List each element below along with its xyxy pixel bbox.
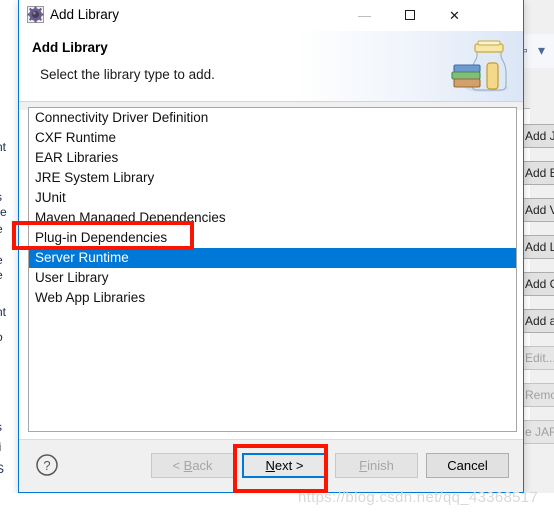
background-button: Add al Class — [520, 309, 554, 333]
library-type-list[interactable]: Connectivity Driver Definition CXF Runtim… — [28, 107, 517, 432]
background-text-fragment: e — [0, 253, 3, 267]
back-button[interactable]: < Back — [151, 453, 234, 478]
list-item[interactable]: User Library — [29, 268, 516, 288]
background-text-fragment: re — [0, 205, 7, 219]
back-button-label: < Back — [172, 458, 213, 473]
background-text-fragment: nt — [0, 305, 7, 319]
background-button: Add Class Fol — [520, 272, 554, 296]
watermark-text: https://blog.csdn.net/qq_43368517 — [298, 489, 539, 506]
cancel-button[interactable]: Cancel — [426, 453, 509, 478]
close-button[interactable]: ✕ — [432, 0, 477, 30]
library-jar-icon — [447, 33, 513, 95]
list-item[interactable]: JRE System Library — [29, 168, 516, 188]
maximize-button[interactable] — [387, 0, 432, 30]
background-text-fragment: e — [0, 268, 3, 282]
finish-button[interactable]: Finish — [335, 453, 418, 478]
wizard-header-subtitle: Select the library type to add. — [40, 67, 215, 82]
background-button: Add JARs... — [520, 124, 554, 148]
dialog-footer: ? < Back Next > Finish Cancel — [19, 439, 523, 492]
background-button: Add Variable... — [520, 198, 554, 222]
question-mark-icon[interactable]: ? — [35, 453, 59, 477]
list-item[interactable]: CXF Runtime — [29, 128, 516, 148]
background-button: e JAR — [520, 420, 554, 444]
wizard-header: Add Library Select the library type to a… — [19, 31, 523, 102]
background-button: Remove — [520, 383, 554, 407]
background-button: Add Library... — [520, 235, 554, 259]
list-item[interactable]: Connectivity Driver Definition — [29, 108, 516, 128]
list-item[interactable]: Server Runtime — [29, 248, 516, 268]
finish-button-label: Finish — [359, 458, 394, 473]
background-text-fragment: e — [0, 222, 3, 236]
svg-text:?: ? — [43, 458, 50, 473]
close-icon: ✕ — [449, 7, 460, 23]
next-button[interactable]: Next > — [242, 453, 327, 478]
list-item[interactable]: JUnit — [29, 188, 516, 208]
background-text-fragment: li — [0, 440, 1, 454]
background-text-fragment: s — [0, 190, 2, 204]
background-text-fragment: S — [0, 462, 5, 476]
gear-icon — [27, 6, 44, 23]
dialog-title: Add Library — [50, 7, 120, 22]
chevron-down-icon: ▾ — [538, 42, 546, 58]
add-library-dialog: Add Library — ✕ Add Library Select the l… — [18, 0, 524, 493]
background-text-fragment: o — [0, 330, 3, 344]
dialog-titlebar: Add Library — ✕ — [19, 0, 523, 31]
maximize-icon — [404, 10, 415, 20]
list-item[interactable]: Plug-in Dependencies — [29, 228, 516, 248]
background-button: Add External J — [520, 161, 554, 185]
list-item[interactable]: Web App Libraries — [29, 288, 516, 308]
background-text-fragment: nt — [0, 140, 7, 154]
list-item[interactable]: Maven Managed Dependencies — [29, 208, 516, 228]
next-button-label: Next > — [265, 458, 304, 473]
minimize-button[interactable]: — — [342, 0, 387, 30]
background-text-fragment: s — [0, 420, 2, 434]
background-button: Edit... — [520, 346, 554, 370]
list-item[interactable]: EAR Libraries — [29, 148, 516, 168]
minimize-icon: — — [358, 7, 371, 23]
cancel-button-label: Cancel — [447, 458, 488, 473]
wizard-header-title: Add Library — [32, 40, 108, 55]
